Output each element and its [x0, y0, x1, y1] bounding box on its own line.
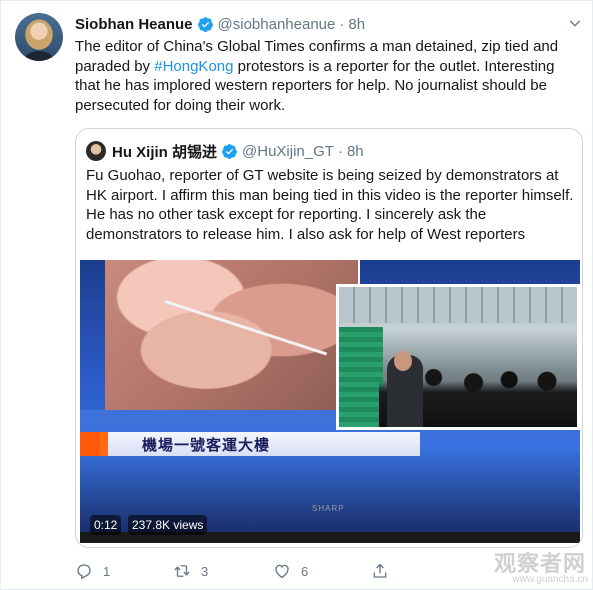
tweet-header: Siobhan Heanue @siobhanheanue · 8h [75, 14, 365, 34]
share-button[interactable] [371, 561, 399, 581]
verified-badge-icon [197, 16, 213, 32]
hashtag-link[interactable]: #HongKong [154, 58, 233, 75]
video-inset-airport-crowd [336, 284, 580, 430]
reply-count: 1 [103, 563, 111, 579]
reply-button[interactable]: 1 [75, 561, 110, 581]
quoted-tweet-header: Hu Xijin 胡锡进 @HuXijin_GT · 8h [112, 141, 364, 161]
like-count: 6 [301, 563, 309, 579]
tweet-timestamp[interactable]: 8h [348, 16, 365, 33]
quoted-tweet[interactable]: Hu Xijin 胡锡进 @HuXijin_GT · 8h Fu Guohao,… [75, 128, 583, 548]
quoted-tweet-text: Fu Guohao, reporter of GT website is bei… [86, 167, 574, 243]
broadcast-caption: 機場一號客運大樓 [142, 436, 271, 454]
retweet-count: 3 [201, 563, 209, 579]
video-duration: 0:12 [90, 515, 122, 535]
separator-dot: · [339, 15, 345, 33]
tweet-card: Siobhan Heanue @siobhanheanue · 8h The e… [0, 0, 593, 590]
quoted-tweet-timestamp[interactable]: 8h [347, 143, 364, 160]
quoted-author-avatar[interactable] [86, 141, 106, 161]
chevron-down-icon[interactable] [567, 15, 583, 31]
quoted-author-name[interactable]: Hu Xijin 胡锡进 [112, 141, 217, 162]
tweet-actions: 1 3 6 [75, 561, 495, 581]
person-face [394, 351, 412, 371]
heart-icon [275, 564, 289, 579]
video-views: 237.8K views [128, 515, 208, 535]
zip-tie [164, 300, 328, 356]
watermark: 观察者网 www.guancha.cn [488, 546, 592, 590]
airport-green-panel [339, 327, 383, 427]
like-button[interactable]: 6 [273, 561, 308, 581]
airport-ceiling [339, 287, 577, 323]
author-handle[interactable]: @siobhanheanue [218, 16, 336, 33]
video-closeup-hands [105, 260, 360, 410]
tweet-text: The editor of China's Global Times confi… [75, 37, 575, 115]
retweet-icon [174, 565, 190, 577]
reply-icon [77, 564, 91, 580]
video-frame: 機場一號客運大樓 SHARP [80, 260, 580, 532]
separator-dot: · [337, 142, 343, 160]
watermark-url: www.guancha.cn [512, 574, 588, 585]
verified-badge-icon [222, 143, 237, 159]
avatar-shirt [25, 51, 53, 61]
share-icon [373, 563, 387, 578]
author-avatar[interactable] [15, 13, 63, 61]
video-player[interactable]: 機場一號客運大樓 SHARP 0:12 237.8K views [80, 260, 580, 543]
retweet-button[interactable]: 3 [173, 561, 208, 581]
quoted-author-handle[interactable]: @HuXijin_GT [242, 143, 334, 160]
author-name[interactable]: Siobhan Heanue [75, 16, 193, 33]
tv-brand-label: SHARP [312, 504, 345, 513]
